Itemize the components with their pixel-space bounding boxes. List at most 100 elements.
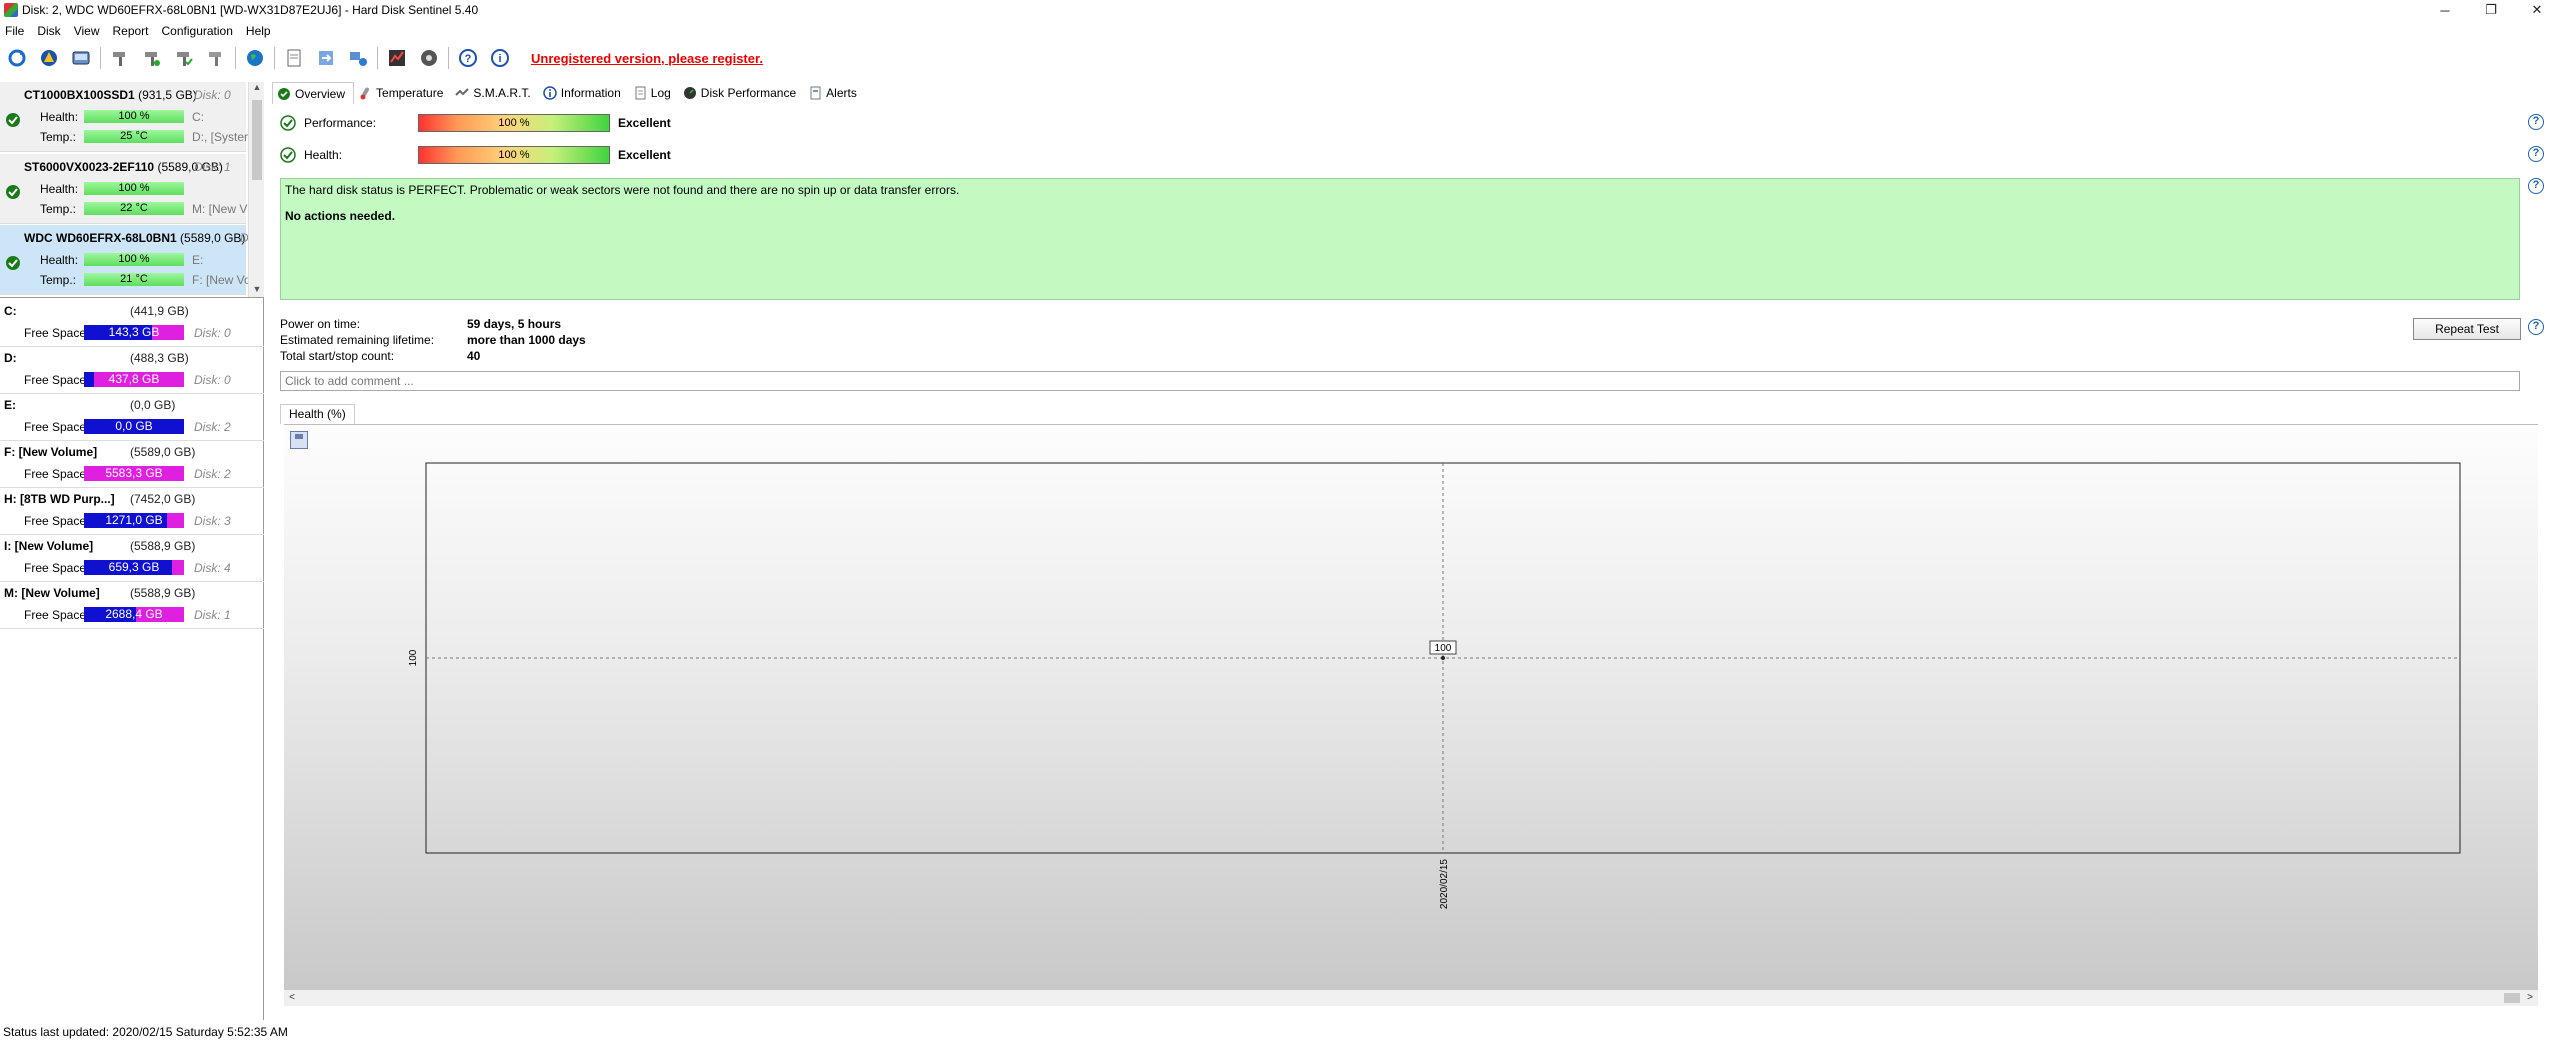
tab-smart[interactable]: S.M.A.R.T. — [451, 82, 538, 104]
report-button[interactable] — [281, 45, 307, 71]
health-label: Health: — [40, 253, 79, 267]
performance-button[interactable] — [384, 45, 410, 71]
register-link[interactable]: Unregistered version, please register. — [531, 51, 763, 66]
gear-icon — [421, 50, 437, 66]
scroll-right-icon[interactable]: > — [2522, 990, 2538, 1006]
help-button[interactable]: ? — [455, 45, 481, 71]
refresh-button[interactable] — [4, 45, 30, 71]
network-button[interactable] — [345, 45, 371, 71]
tab-alerts[interactable]: Alerts — [804, 82, 865, 104]
about-button[interactable]: i — [487, 45, 513, 71]
toolbar: ? i Unregistered version, please registe… — [0, 44, 2560, 72]
volume-entry[interactable]: I: [New Volume] (5588,9 GB) Free Space 659,… — [0, 535, 264, 582]
volume-name: I: [New Volume] — [4, 539, 94, 553]
document-icon — [635, 86, 646, 100]
disk-entry[interactable]: ST6000VX0023-2EF110 (5589,0 GB) Disk: 1 … — [0, 154, 248, 224]
scroll-thumb[interactable] — [252, 100, 262, 180]
tab-log[interactable]: Log — [629, 82, 679, 104]
volume-disk: Disk: 2 — [194, 467, 231, 481]
temp-bar: 21 °C — [84, 273, 184, 286]
test-button-2[interactable] — [139, 45, 165, 71]
chart-canvas: 100 100 2020/02/15 — [408, 462, 2461, 909]
test-button-4[interactable] — [203, 45, 229, 71]
disk-volumes: M: [New V — [192, 202, 248, 216]
chart-icon — [389, 50, 405, 66]
menu-disk[interactable]: Disk — [32, 24, 68, 38]
status-bar: Status last updated: 2020/02/15 Saturday… — [3, 1025, 288, 1039]
health-rating: Excellent — [618, 148, 671, 162]
tab-temperature[interactable]: Temperature — [354, 82, 451, 104]
menu-view[interactable]: View — [69, 24, 108, 38]
smart-icon — [455, 88, 470, 96]
performance-label: Performance: — [304, 116, 377, 130]
test-button-3[interactable] — [171, 45, 197, 71]
restore-button[interactable]: ❐ — [2468, 0, 2514, 20]
help-icon[interactable]: ? — [2528, 178, 2544, 194]
tab-information[interactable]: Information — [539, 82, 629, 104]
web-button[interactable] — [242, 45, 268, 71]
harddisk-icon — [72, 51, 90, 65]
disk-name: WDC WD60EFRX-68L0BN1 (5589,0 GB) — [24, 231, 246, 245]
free-space-label: Free Space — [24, 561, 87, 575]
disk-volumes: C: — [192, 110, 204, 124]
toolbar-separator — [274, 47, 275, 69]
health-label: Health: — [40, 110, 79, 124]
volume-entry[interactable]: D: (488,3 GB) Free Space 437,8 GB Disk: 0 — [0, 347, 264, 394]
toolbar-separator — [100, 47, 101, 69]
scroll-up-icon[interactable]: ▲ — [249, 82, 264, 96]
x-tick-label: 2020/02/15 — [1439, 859, 1450, 909]
alert-button[interactable] — [36, 45, 62, 71]
volume-entry[interactable]: M: [New Volume] (5588,9 GB) Free Space 2688… — [0, 582, 264, 629]
tab-health-chart[interactable]: Health (%) — [280, 404, 355, 424]
close-button[interactable]: ✕ — [2514, 0, 2560, 20]
tab-disk-performance[interactable]: Disk Performance — [679, 82, 804, 104]
volume-size: (0,0 GB) — [130, 398, 176, 412]
send-icon — [319, 51, 333, 65]
menu-help[interactable]: Help — [241, 24, 279, 38]
comment-field[interactable]: Click to add comment ... — [280, 371, 2520, 391]
disk-stats: Power on time: 59 days, 5 hours Estimated… — [280, 316, 586, 364]
help-icon[interactable]: ? — [2528, 319, 2544, 335]
volume-size: (5589,0 GB) — [130, 445, 196, 459]
help-icon[interactable]: ? — [2528, 114, 2544, 130]
disk-entry-selected[interactable]: WDC WD60EFRX-68L0BN1 (5589,0 GB) D Healt… — [0, 225, 251, 295]
chart-horizontal-scrollbar[interactable]: < > — [284, 990, 2538, 1006]
scroll-down-icon[interactable]: ▼ — [249, 284, 264, 297]
volume-name: D: — [4, 351, 17, 365]
disk-entry[interactable]: CT1000BX100SSD1 (931,5 GB) Disk: 0 Healt… — [0, 82, 248, 152]
repeat-test-button[interactable]: Repeat Test — [2413, 318, 2521, 340]
tab-overview[interactable]: Overview — [272, 82, 355, 104]
disk-list-scrollbar[interactable]: ▲ ▼ — [248, 82, 264, 297]
scroll-thumb[interactable] — [2504, 993, 2520, 1003]
settings-button[interactable] — [416, 45, 442, 71]
window-controls: ─ ❐ ✕ — [2422, 0, 2560, 20]
minimize-button[interactable]: ─ — [2422, 0, 2468, 20]
menu-configuration[interactable]: Configuration — [157, 24, 241, 38]
test-button-1[interactable] — [107, 45, 133, 71]
volume-entry[interactable]: E: (0,0 GB) Free Space 0,0 GB Disk: 2 — [0, 394, 264, 441]
volume-name: F: [New Volume] — [4, 445, 98, 459]
status-message: The hard disk status is PERFECT. Problem… — [285, 183, 960, 197]
menu-report[interactable]: Report — [107, 24, 156, 38]
disk-volumes: F: [New Vo — [192, 273, 251, 287]
scroll-left-icon[interactable]: < — [284, 990, 300, 1006]
volume-entry[interactable]: C: (441,9 GB) Free Space 143,3 GB Disk: 0 — [0, 300, 264, 347]
lifetime-label: Estimated remaining lifetime: — [280, 333, 435, 347]
disk-volumes: E: — [192, 253, 204, 267]
menu-file[interactable]: File — [0, 24, 32, 38]
svg-text:?: ? — [465, 53, 472, 65]
disk-name: CT1000BX100SSD1 (931,5 GB) — [24, 88, 197, 102]
y-tick-label: 100 — [408, 649, 419, 666]
help-icon[interactable]: ? — [2528, 146, 2544, 162]
send-report-button[interactable] — [313, 45, 339, 71]
status-recommendation: No actions needed. — [285, 209, 396, 223]
volume-entry[interactable]: H: [8TB WD Purp...] (7452,0 GB) Free Space… — [0, 488, 264, 535]
startstop-label: Total start/stop count: — [280, 349, 395, 363]
app-icon — [4, 3, 18, 17]
info-icon — [542, 86, 557, 100]
disk-button[interactable] — [68, 45, 94, 71]
volume-name: M: [New Volume] — [4, 586, 100, 600]
temp-bar: 25 °C — [84, 130, 184, 143]
volume-entry[interactable]: F: [New Volume] (5589,0 GB) Free Space 5583… — [0, 441, 264, 488]
volume-size: (441,9 GB) — [130, 304, 189, 318]
